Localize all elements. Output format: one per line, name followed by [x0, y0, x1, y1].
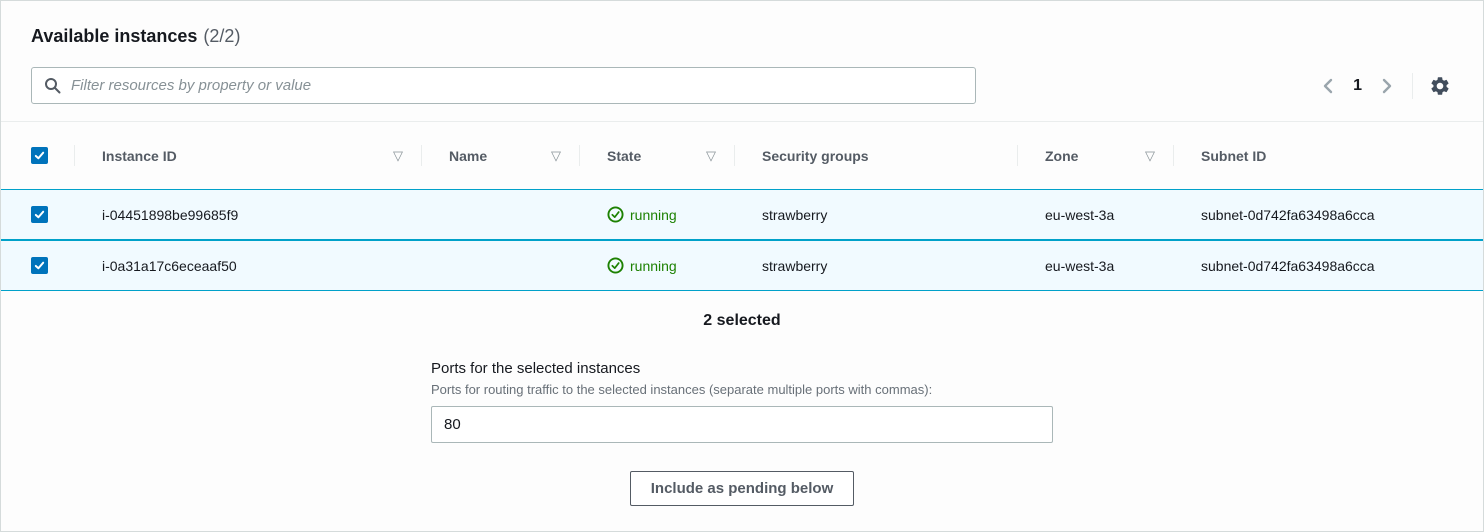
cell-instance-id: i-04451898be99685f9: [74, 207, 421, 223]
cell-zone: eu-west-3a: [1017, 258, 1173, 274]
header-cell-state[interactable]: State ▽: [579, 122, 734, 189]
cell-state: running: [579, 257, 734, 274]
pagination-divider: [1412, 73, 1413, 99]
check-icon: [34, 150, 45, 161]
cell-select: [1, 206, 74, 223]
check-icon: [34, 209, 45, 220]
row-checkbox[interactable]: [31, 257, 48, 274]
select-all-checkbox[interactable]: [31, 147, 48, 164]
state-label: running: [630, 207, 677, 223]
cell-security-groups: strawberry: [734, 258, 1017, 274]
header-cell-subnet-id: Subnet ID: [1173, 122, 1483, 189]
panel-header: Available instances (2/2) 1: [1, 1, 1483, 104]
cell-state: running: [579, 206, 734, 223]
filter-input[interactable]: [69, 68, 975, 103]
filter-dropdown-icon[interactable]: ▽: [706, 148, 716, 164]
cell-select: [1, 257, 74, 274]
header-cell-security-groups: Security groups: [734, 122, 1017, 189]
cell-subnet-id: subnet-0d742fa63498a6cca: [1173, 207, 1483, 223]
selection-summary: 2 selected: [1, 312, 1483, 330]
filter-dropdown-icon[interactable]: ▽: [393, 148, 403, 164]
running-status-icon: [607, 257, 624, 274]
column-label: Security groups: [762, 148, 869, 164]
ports-section: Ports for the selected instances Ports f…: [431, 360, 1053, 443]
state-label: running: [630, 258, 677, 274]
next-page-button[interactable]: [1376, 73, 1398, 99]
chevron-right-icon: [1380, 77, 1394, 95]
ports-input[interactable]: [431, 406, 1053, 443]
column-label: Subnet ID: [1201, 148, 1266, 164]
ports-label: Ports for the selected instances: [431, 360, 1053, 377]
chevron-left-icon: [1321, 77, 1335, 95]
ports-description: Ports for routing traffic to the selecte…: [431, 382, 1053, 397]
row-checkbox[interactable]: [31, 206, 48, 223]
settings-button[interactable]: [1427, 73, 1453, 99]
column-label: Name: [449, 148, 487, 164]
column-label: Zone: [1045, 148, 1078, 164]
filter-toolbar: 1: [31, 67, 1453, 104]
filter-dropdown-icon[interactable]: ▽: [551, 148, 561, 164]
check-icon: [34, 260, 45, 271]
table-header-row: Instance ID ▽ Name ▽ State ▽ Security gr…: [1, 122, 1483, 189]
filter-dropdown-icon[interactable]: ▽: [1145, 148, 1155, 164]
instance-count: (2/2): [203, 26, 240, 46]
header-cell-name[interactable]: Name ▽: [421, 122, 579, 189]
instances-table: Instance ID ▽ Name ▽ State ▽ Security gr…: [1, 121, 1483, 291]
header-cell-zone[interactable]: Zone ▽: [1017, 122, 1173, 189]
table-row[interactable]: i-0a31a17c6eceaaf50 running strawberry e…: [1, 240, 1483, 291]
filter-input-wrapper[interactable]: [31, 67, 976, 104]
prev-page-button[interactable]: [1317, 73, 1339, 99]
cell-security-groups: strawberry: [734, 207, 1017, 223]
cell-instance-id: i-0a31a17c6eceaaf50: [74, 258, 421, 274]
action-row: Include as pending below: [1, 471, 1483, 506]
column-label: Instance ID: [102, 148, 177, 164]
include-as-pending-button[interactable]: Include as pending below: [630, 471, 855, 506]
table-row[interactable]: i-04451898be99685f9 running strawberry e…: [1, 189, 1483, 240]
gear-icon: [1429, 75, 1451, 97]
pagination: 1: [1317, 73, 1453, 99]
running-status-icon: [607, 206, 624, 223]
available-instances-panel: Available instances (2/2) 1: [0, 0, 1484, 532]
column-label: State: [607, 148, 641, 164]
cell-zone: eu-west-3a: [1017, 207, 1173, 223]
panel-title-line: Available instances (2/2): [31, 23, 1453, 49]
current-page-number[interactable]: 1: [1353, 77, 1362, 95]
page-title: Available instances: [31, 26, 197, 46]
header-cell-instance-id[interactable]: Instance ID ▽: [74, 122, 421, 189]
header-cell-select-all: [1, 122, 74, 189]
search-icon: [44, 77, 61, 94]
cell-subnet-id: subnet-0d742fa63498a6cca: [1173, 258, 1483, 274]
